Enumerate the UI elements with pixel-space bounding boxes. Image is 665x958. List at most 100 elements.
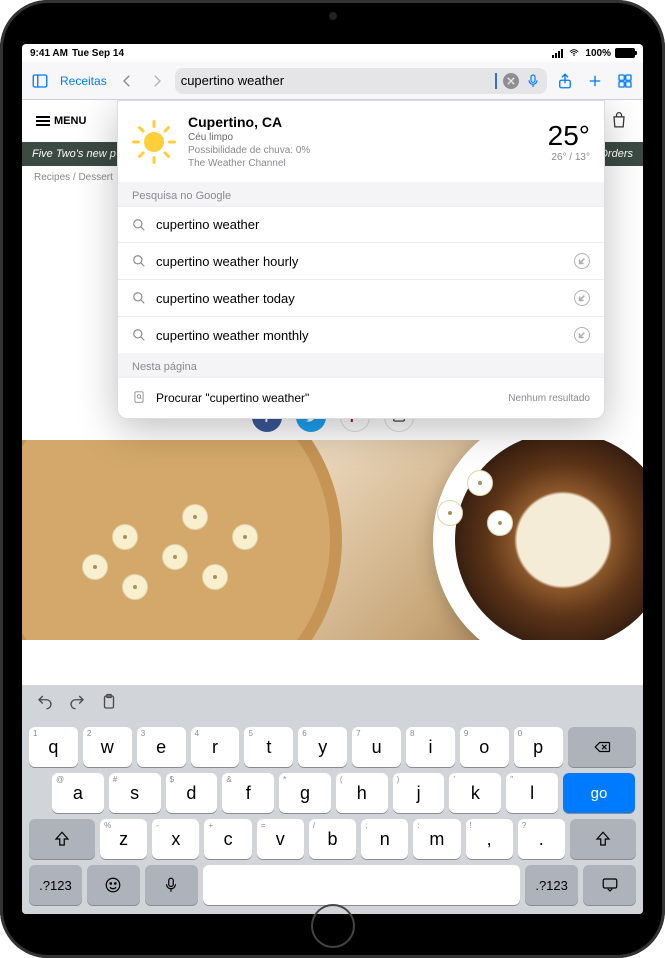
status-bar: 9:41 AM Tue Sep 14 100%: [22, 44, 643, 62]
suggestion-text: cupertino weather today: [156, 291, 295, 306]
key-j[interactable]: )j: [393, 773, 445, 813]
search-suggestion[interactable]: cupertino weather monthly: [118, 316, 604, 353]
document-search-icon: [132, 390, 146, 406]
fill-arrow-icon[interactable]: [574, 253, 590, 269]
key-s[interactable]: #s: [109, 773, 161, 813]
cart-icon[interactable]: [609, 111, 629, 131]
weather-city: Cupertino, CA: [188, 113, 536, 131]
key-n[interactable]: ;n: [361, 819, 408, 859]
key-backspace[interactable]: [568, 727, 636, 767]
key-w[interactable]: 2w: [83, 727, 132, 767]
key-i[interactable]: 8i: [406, 727, 455, 767]
status-time: 9:41 AM: [30, 48, 68, 59]
key-space[interactable]: [203, 865, 520, 905]
site-menu-button[interactable]: MENU: [36, 115, 86, 127]
status-date: Tue Sep 14: [72, 48, 124, 59]
key-u[interactable]: 7u: [352, 727, 401, 767]
home-button[interactable]: [311, 904, 355, 948]
key-b[interactable]: /b: [309, 819, 356, 859]
key-a[interactable]: @a: [52, 773, 104, 813]
forward-button: [145, 69, 169, 93]
key-numbers-right[interactable]: .?123: [525, 865, 578, 905]
key-shift-right[interactable]: [570, 819, 636, 859]
key-shift-left[interactable]: [29, 819, 95, 859]
redo-icon[interactable]: [68, 693, 86, 716]
recipe-hero-image: [22, 440, 643, 640]
battery-icon: [615, 48, 635, 58]
key-g[interactable]: *g: [279, 773, 331, 813]
key-l[interactable]: "l: [506, 773, 558, 813]
key-hide-keyboard[interactable]: [583, 865, 636, 905]
cellular-icon: [552, 49, 563, 58]
suggestion-text: cupertino weather hourly: [156, 254, 298, 269]
weather-rain: Possibilidade de chuva: 0%: [188, 144, 536, 157]
suggestion-text: cupertino weather monthly: [156, 328, 308, 343]
onscreen-keyboard: 1q2w3e4r5t6y7u8i9o0p @a#s$d&f*g(h)j'k"lg…: [22, 685, 643, 914]
inpage-section-header: Nesta página: [118, 353, 604, 377]
key-k[interactable]: 'k: [449, 773, 501, 813]
key-o[interactable]: 9o: [460, 727, 509, 767]
clear-text-icon[interactable]: [503, 73, 519, 89]
device-camera: [329, 12, 337, 20]
wifi-icon: [567, 48, 581, 58]
key-r[interactable]: 4r: [191, 727, 240, 767]
weather-temp: 25°: [548, 120, 590, 152]
key-t[interactable]: 5t: [244, 727, 293, 767]
dictate-icon[interactable]: [525, 73, 541, 89]
weather-range: 26° / 13°: [548, 152, 590, 163]
search-icon: [132, 254, 146, 268]
new-tab-icon[interactable]: [583, 69, 607, 93]
key-d[interactable]: $d: [166, 773, 218, 813]
weather-card[interactable]: Cupertino, CA Céu limpo Possibilidade de…: [118, 101, 604, 182]
key-dictate[interactable]: [145, 865, 198, 905]
share-icon[interactable]: [553, 69, 577, 93]
key-q[interactable]: 1q: [29, 727, 78, 767]
key-p[interactable]: 0p: [514, 727, 563, 767]
fill-arrow-icon[interactable]: [574, 327, 590, 343]
hamburger-icon: [36, 116, 50, 126]
fill-arrow-icon[interactable]: [574, 290, 590, 306]
undo-icon[interactable]: [36, 693, 54, 716]
battery-pct: 100%: [585, 48, 611, 59]
google-section-header: Pesquisa no Google: [118, 182, 604, 206]
find-in-page-row[interactable]: Procurar "cupertino weather" Nenhum resu…: [118, 377, 604, 418]
tabs-icon[interactable]: [613, 69, 637, 93]
back-button[interactable]: [115, 69, 139, 93]
key-z[interactable]: %z: [100, 819, 147, 859]
search-icon: [132, 218, 146, 232]
key-,[interactable]: !,: [466, 819, 513, 859]
key-f[interactable]: &f: [222, 773, 274, 813]
menu-label: MENU: [54, 115, 86, 127]
sun-icon: [132, 120, 176, 164]
sidebar-icon[interactable]: [28, 69, 52, 93]
url-input[interactable]: [181, 73, 493, 88]
tab-title[interactable]: Receitas: [58, 74, 109, 88]
suggestion-text: cupertino weather: [156, 217, 259, 232]
key-emoji[interactable]: [87, 865, 140, 905]
key-e[interactable]: 3e: [137, 727, 186, 767]
key-v[interactable]: =v: [257, 819, 304, 859]
key-numbers[interactable]: .?123: [29, 865, 82, 905]
weather-desc: Céu limpo: [188, 131, 536, 144]
clipboard-icon[interactable]: [100, 693, 118, 716]
key-y[interactable]: 6y: [298, 727, 347, 767]
key-m[interactable]: :m: [413, 819, 460, 859]
url-bar[interactable]: [175, 68, 547, 94]
safari-toolbar: Receitas: [22, 62, 643, 100]
find-in-page-result: Nenhum resultado: [508, 393, 590, 404]
find-in-page-text: Procurar "cupertino weather": [156, 391, 309, 405]
text-cursor: [495, 73, 497, 89]
weather-source: The Weather Channel: [188, 157, 536, 170]
search-suggestion[interactable]: cupertino weather hourly: [118, 242, 604, 279]
search-suggestion[interactable]: cupertino weather today: [118, 279, 604, 316]
search-icon: [132, 328, 146, 342]
banner-text-left: Five Two's new p: [32, 148, 116, 160]
key-h[interactable]: (h: [336, 773, 388, 813]
search-suggestion[interactable]: cupertino weather: [118, 206, 604, 242]
key-c[interactable]: +c: [204, 819, 251, 859]
key-go[interactable]: go: [563, 773, 635, 813]
search-icon: [132, 291, 146, 305]
key-x[interactable]: -x: [152, 819, 199, 859]
search-suggestions-overlay: Cupertino, CA Céu limpo Possibilidade de…: [117, 100, 605, 419]
key-.[interactable]: ?.: [518, 819, 565, 859]
